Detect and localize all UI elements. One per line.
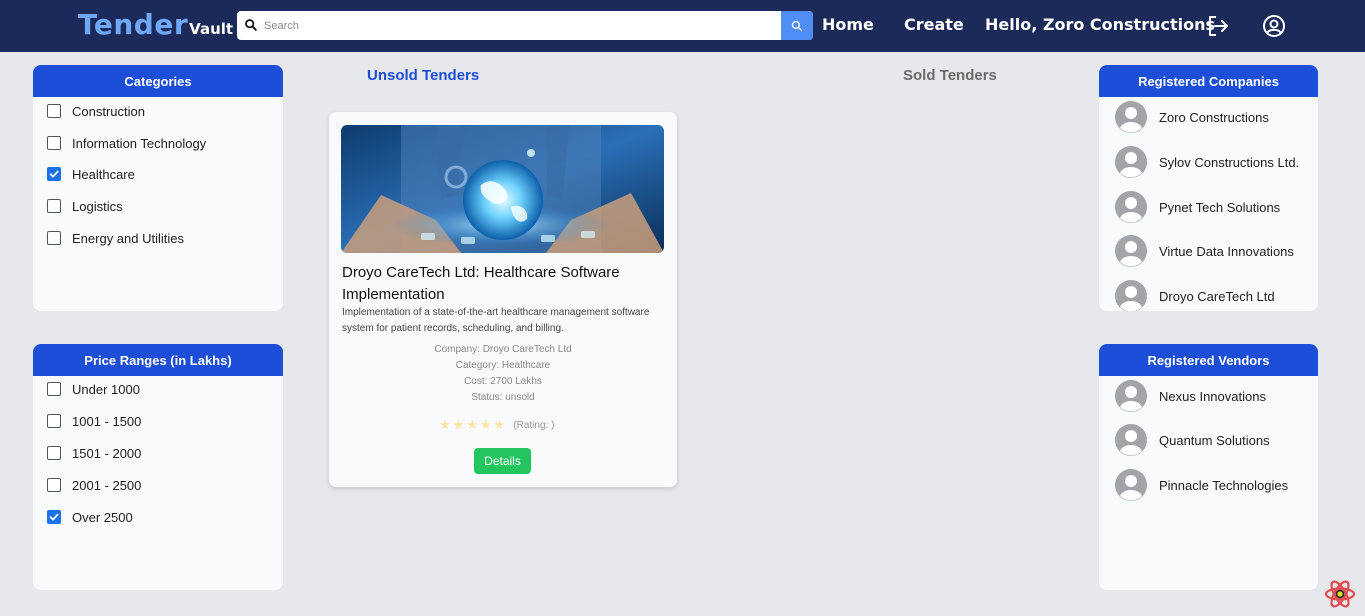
price-ranges-title: Price Ranges (in Lakhs) (33, 344, 283, 376)
star-icon[interactable]: ★ (466, 417, 478, 433)
tender-category: Category: Healthcare (455, 360, 551, 371)
category-healthcare[interactable]: Healthcare (47, 164, 135, 184)
react-logo-icon[interactable] (1324, 578, 1356, 610)
price-1001-1500[interactable]: 1001 - 1500 (47, 411, 141, 431)
checkbox[interactable] (47, 199, 61, 213)
avatar-icon (1115, 469, 1147, 501)
price-under-1000[interactable]: Under 1000 (47, 379, 140, 399)
checkbox[interactable] (47, 414, 61, 428)
tender-description: Implementation of a state-of-the-art hea… (342, 307, 650, 334)
avatar-icon (1115, 101, 1147, 133)
avatar-icon (1115, 235, 1147, 267)
category-label: Logistics (72, 198, 123, 214)
company-item[interactable]: Pynet Tech Solutions (1115, 191, 1280, 223)
category-label: Construction (72, 103, 145, 119)
brand-sub: Vault (189, 20, 234, 38)
company-name: Sylov Constructions Ltd. (1159, 154, 1300, 170)
nav-create[interactable]: Create (904, 15, 964, 34)
category-logistics[interactable]: Logistics (47, 196, 123, 216)
search-input[interactable] (264, 11, 784, 40)
vendor-name: Pinnacle Technologies (1159, 477, 1289, 493)
checkbox-checked[interactable] (47, 510, 61, 524)
search-icon (245, 19, 257, 31)
vendor-item[interactable]: Quantum Solutions (1115, 424, 1270, 456)
price-over-2500[interactable]: Over 2500 (47, 507, 133, 527)
tender-title: Droyo CareTech Ltd: Healthcare Software … (342, 264, 620, 303)
company-name: Droyo CareTech Ltd (1159, 288, 1275, 304)
rating-label: (Rating: ) (513, 419, 555, 431)
category-label: Healthcare (72, 166, 135, 182)
rating: ★ ★ ★ ★ ★ (Rating: ) (439, 417, 554, 433)
brand-main: Tender (78, 8, 189, 41)
avatar-icon (1115, 280, 1147, 311)
checkbox[interactable] (47, 104, 61, 118)
price-label: Under 1000 (72, 381, 140, 397)
search-bar (237, 11, 813, 40)
registered-vendors-title: Registered Vendors (1099, 344, 1318, 376)
categories-title: Categories (33, 65, 283, 97)
category-energy-and-utilities[interactable]: Energy and Utilities (47, 228, 184, 248)
company-name: Zoro Constructions (1159, 109, 1269, 125)
logout-icon[interactable] (1206, 14, 1230, 38)
checkmark-icon (49, 170, 59, 178)
search-icon (791, 20, 803, 31)
avatar-icon (1115, 424, 1147, 456)
category-label: Information Technology (72, 135, 207, 151)
nav-home[interactable]: Home (822, 15, 874, 34)
category-construction[interactable]: Construction (47, 101, 145, 121)
registered-vendors-panel: Registered Vendors Nexus Innovations Qua… (1099, 344, 1318, 590)
avatar-icon (1115, 380, 1147, 412)
categories-panel: Categories Construction Information Tech… (33, 65, 283, 311)
checkbox[interactable] (47, 231, 61, 245)
healthcare-image (341, 125, 664, 253)
registered-companies-title: Registered Companies (1099, 65, 1318, 97)
price-1501-2000[interactable]: 1501 - 2000 (47, 443, 141, 463)
price-label: Over 2500 (72, 509, 133, 525)
company-item[interactable]: Droyo CareTech Ltd (1115, 280, 1275, 311)
avatar-icon (1115, 146, 1147, 178)
checkmark-icon (49, 513, 59, 521)
category-label: Energy and Utilities (72, 230, 184, 246)
checkbox[interactable] (47, 382, 61, 396)
checkbox[interactable] (47, 446, 61, 460)
company-name: Pynet Tech Solutions (1159, 199, 1281, 215)
star-icon[interactable]: ★ (494, 417, 506, 433)
price-2001-2500[interactable]: 2001 - 2500 (47, 475, 141, 495)
tab-unsold-tenders[interactable]: Unsold Tenders (367, 67, 479, 84)
company-item[interactable]: Zoro Constructions (1115, 101, 1269, 133)
checkbox-checked[interactable] (47, 167, 61, 181)
price-label: 1501 - 2000 (72, 445, 142, 461)
star-icon[interactable]: ★ (439, 417, 451, 433)
company-name: Virtue Data Innovations (1159, 243, 1294, 259)
price-ranges-panel: Price Ranges (in Lakhs) Under 1000 1001 … (33, 344, 283, 590)
registered-companies-panel: Registered Companies Zoro Constructions … (1099, 65, 1318, 311)
search-button[interactable] (781, 11, 813, 40)
tender-card: Droyo CareTech Ltd: Healthcare Software … (329, 112, 677, 487)
checkbox[interactable] (47, 136, 61, 150)
nav-greeting[interactable]: Hello, Zoro Constructions (985, 15, 1215, 34)
tender-status: Status: unsold (471, 392, 535, 403)
company-item[interactable]: Sylov Constructions Ltd. (1115, 146, 1299, 178)
top-navbar: TenderVault Home Create Hello, Zoro Cons… (0, 0, 1365, 52)
vendor-item[interactable]: Pinnacle Technologies (1115, 469, 1288, 501)
category-information-technology[interactable]: Information Technology (47, 133, 206, 153)
star-icon[interactable]: ★ (453, 417, 465, 433)
avatar-icon (1115, 191, 1147, 223)
tender-company: Company: Droyo CareTech Ltd (434, 344, 572, 355)
company-item[interactable]: Virtue Data Innovations (1115, 235, 1294, 267)
star-icon[interactable]: ★ (480, 417, 492, 433)
checkbox[interactable] (47, 478, 61, 492)
user-circle-icon[interactable] (1262, 14, 1286, 38)
tab-sold-tenders[interactable]: Sold Tenders (903, 67, 997, 84)
price-label: 2001 - 2500 (72, 477, 142, 493)
tender-image (341, 125, 664, 253)
brand-logo[interactable]: TenderVault (78, 8, 233, 41)
price-label: 1001 - 1500 (72, 413, 142, 429)
vendor-item[interactable]: Nexus Innovations (1115, 380, 1266, 412)
details-button[interactable]: Details (474, 448, 531, 474)
vendor-name: Quantum Solutions (1159, 432, 1270, 448)
vendor-name: Nexus Innovations (1159, 388, 1266, 404)
tender-cost: Cost: 2700 Lakhs (464, 376, 542, 387)
